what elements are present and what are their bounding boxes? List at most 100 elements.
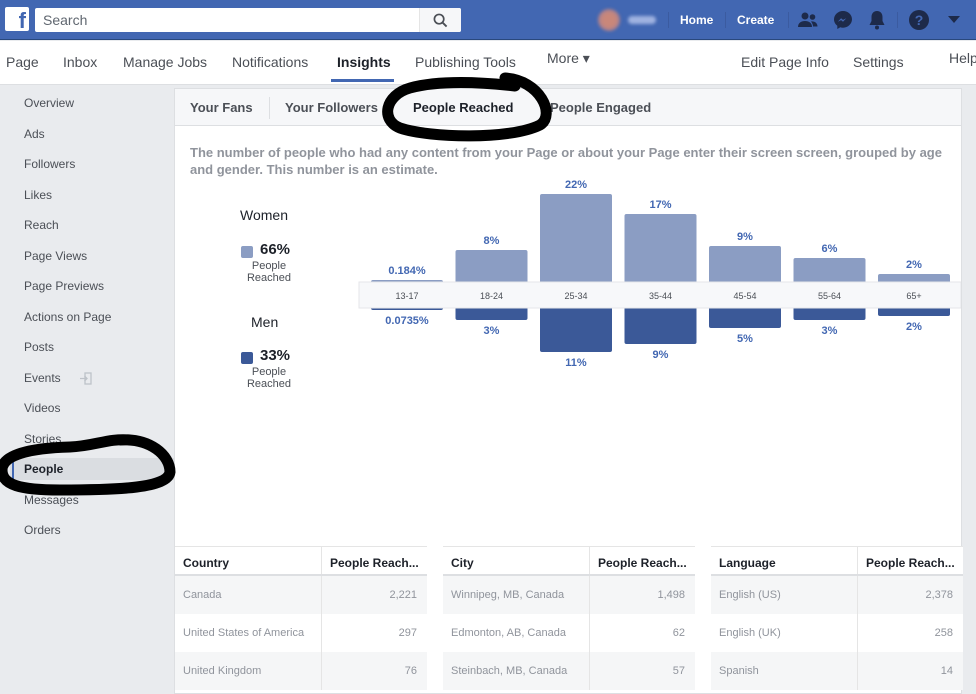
- men-value-label: 3%: [822, 325, 838, 337]
- cell-count: 2,378: [857, 576, 963, 614]
- cell-count: 62: [589, 614, 695, 652]
- nav-edit-page-info[interactable]: Edit Page Info: [741, 54, 829, 70]
- men-bar: [624, 305, 697, 344]
- cell-count: 76: [321, 652, 427, 690]
- profile-link[interactable]: [598, 9, 656, 31]
- women-value-label: 6%: [822, 243, 838, 255]
- nav-more-dropdown[interactable]: More ▾: [547, 50, 590, 67]
- help-icon[interactable]: ?: [908, 9, 930, 31]
- sidebar-item-reach[interactable]: Reach: [24, 218, 59, 232]
- sidebar-item-stories[interactable]: Stories: [24, 432, 61, 446]
- cell-language: English (US): [719, 589, 781, 601]
- column-header-country[interactable]: Country: [175, 547, 321, 574]
- avatar: [598, 9, 620, 31]
- sidebar-item-page-views[interactable]: Page Views: [24, 249, 87, 263]
- women-value-label: 8%: [484, 235, 500, 247]
- profile-name-blurred: [628, 16, 656, 24]
- table-header: City People Reach...: [443, 546, 695, 576]
- notifications-bell-icon[interactable]: [866, 9, 888, 31]
- nav-publishing-tools[interactable]: Publishing Tools: [415, 54, 516, 70]
- cell-country: Canada: [183, 589, 222, 601]
- table-header: Language People Reach...: [711, 546, 963, 576]
- sidebar-item-likes[interactable]: Likes: [24, 188, 52, 202]
- nav-notifications[interactable]: Notifications: [232, 54, 308, 70]
- men-bar: [540, 305, 612, 352]
- cell-language: Spanish: [719, 665, 759, 677]
- cell-city: Steinbach, MB, Canada: [451, 665, 568, 677]
- cell-city: Edmonton, AB, Canada: [451, 627, 566, 639]
- search-button[interactable]: [419, 8, 461, 32]
- cell-count: 2,221: [321, 576, 427, 614]
- sidebar-item-ads[interactable]: Ads: [24, 127, 45, 141]
- women-value-label: 17%: [649, 199, 671, 211]
- events-export-icon[interactable]: [79, 372, 92, 385]
- women-bar: [540, 194, 612, 285]
- column-header-people-reached[interactable]: People Reach...: [857, 547, 963, 574]
- cell-language: English (UK): [719, 627, 781, 639]
- age-tick-label: 13-17: [395, 291, 418, 301]
- men-value-label: 9%: [653, 349, 669, 361]
- cell-country: United Kingdom: [183, 665, 262, 677]
- age-tick-label: 55-64: [818, 291, 841, 301]
- sidebar-item-orders[interactable]: Orders: [24, 523, 61, 537]
- active-item-bar: [12, 458, 14, 480]
- table-row: United States of America 297: [175, 614, 427, 652]
- sidebar-item-followers[interactable]: Followers: [24, 157, 75, 171]
- column-header-language[interactable]: Language: [711, 547, 857, 574]
- table-header: Country People Reach...: [175, 546, 427, 576]
- column-header-people-reached[interactable]: People Reach...: [589, 547, 695, 574]
- divider: [668, 12, 669, 28]
- home-link[interactable]: Home: [680, 0, 713, 40]
- sidebar-item-events[interactable]: Events: [24, 371, 61, 385]
- age-gender-chart: 0.184% 0.0735% 8% 3% 22% 11% 17% 9% 9% 5% 6% 3% 2% 2%…: [358, 179, 961, 369]
- sidebar-item-videos[interactable]: Videos: [24, 401, 60, 415]
- women-value-label: 0.184%: [388, 265, 426, 277]
- cell-count: 1,498: [589, 576, 695, 614]
- cell-city: Winnipeg, MB, Canada: [451, 589, 565, 601]
- table-row: United Kingdom 76: [175, 652, 427, 690]
- men-value-label: 0.0735%: [385, 315, 429, 327]
- account-menu-caret-icon[interactable]: [943, 9, 965, 31]
- nav-page[interactable]: Page: [6, 54, 39, 70]
- messenger-icon[interactable]: [832, 9, 854, 31]
- column-header-people-reached[interactable]: People Reach...: [321, 547, 427, 574]
- men-value-label: 11%: [565, 357, 587, 369]
- column-header-city[interactable]: City: [443, 547, 589, 574]
- city-table: City People Reach... Winnipeg, MB, Canad…: [443, 546, 695, 690]
- nav-inbox[interactable]: Inbox: [63, 54, 97, 70]
- sidebar-item-messages[interactable]: Messages: [24, 493, 79, 507]
- divider: [897, 12, 898, 28]
- sidebar-item-posts[interactable]: Posts: [24, 340, 54, 354]
- friends-icon[interactable]: [797, 9, 819, 31]
- cell-count: 57: [589, 652, 695, 690]
- women-bar: [624, 214, 697, 285]
- women-bar: [455, 250, 528, 285]
- top-bar: f Home Create ?: [0, 0, 976, 40]
- sidebar-item-actions-on-page[interactable]: Actions on Page: [24, 310, 111, 324]
- women-value-label: 22%: [565, 179, 587, 191]
- nav-settings[interactable]: Settings: [853, 54, 904, 70]
- sidebar-item-overview[interactable]: Overview: [24, 96, 74, 110]
- cell-country: United States of America: [183, 627, 305, 639]
- nav-manage-jobs[interactable]: Manage Jobs: [123, 54, 207, 70]
- age-tick-label: 18-24: [480, 291, 503, 301]
- age-tick-label: 65+: [906, 291, 921, 301]
- sidebar-item-page-previews[interactable]: Page Previews: [24, 279, 104, 293]
- age-tick-label: 25-34: [564, 291, 587, 301]
- divider: [725, 12, 726, 28]
- create-link[interactable]: Create: [737, 0, 774, 40]
- table-body: Winnipeg, MB, Canada 1,498 Edmonton, AB, …: [443, 576, 695, 690]
- active-tab-indicator: [331, 79, 394, 82]
- women-bar: [793, 258, 866, 285]
- search-input[interactable]: [35, 8, 418, 32]
- table-row: Winnipeg, MB, Canada 1,498: [443, 576, 695, 614]
- nav-insights[interactable]: Insights: [337, 54, 391, 70]
- svg-text:?: ?: [915, 12, 924, 28]
- sidebar-item-people[interactable]: People: [24, 462, 63, 476]
- table-body: Canada 2,221 United States of America 297 …: [175, 576, 427, 690]
- men-value-label: 3%: [484, 325, 500, 337]
- nav-help[interactable]: Help: [949, 50, 976, 66]
- table-row: Spanish 14: [711, 652, 963, 690]
- search-box: [35, 8, 461, 32]
- facebook-logo-icon[interactable]: f: [5, 7, 29, 31]
